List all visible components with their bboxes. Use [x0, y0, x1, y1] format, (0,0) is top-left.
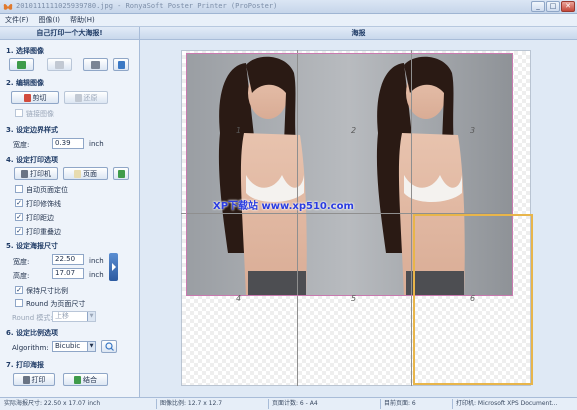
- print-icon: [22, 375, 30, 384]
- print-cutlines-label: 打印修饰线: [26, 200, 61, 208]
- status-image-ratio: 图像比例: 12.7 x 12.7: [160, 400, 223, 407]
- status-bar: 实际海报尺寸: 22.50 x 17.07 inch 图像比例: 12.7 x …: [0, 397, 577, 410]
- round-mode-label: Round 模式:: [12, 314, 53, 322]
- paste-image-icon: [55, 60, 64, 69]
- page-number-1: 1: [236, 126, 242, 135]
- page-icon: [74, 169, 81, 178]
- page-number-4: 4: [236, 294, 242, 303]
- menu-help[interactable]: 帮助(H): [70, 15, 95, 25]
- restore-button[interactable]: 还原: [64, 91, 108, 104]
- crop-button[interactable]: 剪切: [11, 91, 59, 104]
- poster-width-label: 宽度:: [13, 258, 30, 266]
- print-margin-label: 打印距边: [26, 214, 54, 222]
- status-current-page: 目前页面: 6: [384, 400, 416, 407]
- section-select-image: 1. 选择图像: [6, 47, 44, 55]
- copy-icon: [117, 60, 125, 69]
- poster-height-label: 高度:: [13, 272, 30, 280]
- print-overlap-label: 打印重叠边: [26, 228, 61, 236]
- print-overlap-checkbox[interactable]: ✓: [15, 227, 23, 235]
- page-setup-button[interactable]: 页面: [63, 167, 108, 180]
- poster-height-input[interactable]: 17.07: [52, 268, 84, 279]
- app-butterfly-icon: [3, 3, 13, 10]
- border-width-label: 宽度:: [13, 141, 30, 149]
- print-button[interactable]: 打印: [13, 373, 55, 386]
- open-image-button[interactable]: [9, 58, 34, 71]
- preview-icon: [117, 169, 125, 178]
- window-title: 2010111111025939780.jpg - RonyaSoft Post…: [16, 2, 278, 10]
- round-page-label: Round 为页面尺寸: [26, 300, 86, 308]
- combine-button[interactable]: 结合: [63, 373, 108, 386]
- expand-size-button[interactable]: [109, 253, 118, 281]
- algorithm-label: Algorithm:: [12, 344, 49, 352]
- round-mode-value: 上移: [55, 312, 69, 320]
- printer-icon: [21, 169, 28, 178]
- close-button[interactable]: ✕: [561, 1, 575, 12]
- print-label: 打印: [31, 375, 46, 384]
- crop-label: 剪切: [32, 93, 47, 102]
- print-cutlines-checkbox[interactable]: ✓: [15, 199, 23, 207]
- combine-label: 结合: [83, 375, 97, 384]
- section-border-style: 3. 设定边界样式: [6, 126, 58, 134]
- algorithm-select[interactable]: Bicubic ▼: [52, 341, 96, 352]
- combine-icon: [74, 375, 81, 384]
- section-edit-image: 2. 编辑图像: [6, 79, 44, 87]
- maximize-button[interactable]: □: [546, 1, 560, 12]
- page-number-2: 2: [351, 126, 357, 135]
- poster-preview-header: 海报: [140, 27, 577, 40]
- scan-button[interactable]: [83, 58, 108, 71]
- zoom-button[interactable]: [101, 340, 117, 353]
- printer-button[interactable]: 打印机: [14, 167, 58, 180]
- scissors-icon: [23, 93, 31, 102]
- poster-width-input[interactable]: 22.50: [52, 254, 84, 265]
- status-divider: [156, 399, 157, 409]
- link-image-label: 链接图像: [26, 110, 54, 118]
- settings-panel-header: 自己打印一个大海报!: [0, 27, 139, 40]
- section-poster-size: 5. 设定海报尺寸: [6, 242, 58, 250]
- menu-bar: 文件(F) 图像(I) 帮助(H): [0, 14, 577, 27]
- auto-page-checkbox[interactable]: [15, 185, 23, 193]
- status-divider: [380, 399, 381, 409]
- section-scale-options: 6. 设定比例选项: [6, 329, 58, 337]
- poster-height-unit: inch: [89, 271, 104, 279]
- menu-image[interactable]: 图像(I): [39, 15, 61, 25]
- menu-file[interactable]: 文件(F): [5, 15, 29, 25]
- copy-button[interactable]: [113, 58, 129, 71]
- border-width-input[interactable]: 0.39: [52, 138, 84, 149]
- round-page-checkbox[interactable]: [15, 299, 23, 307]
- status-page-count: 页面计数: 6 - A4: [272, 400, 318, 407]
- poster-width-unit: inch: [89, 257, 104, 265]
- status-divider: [268, 399, 269, 409]
- section-print-options: 4. 设定打印选项: [6, 156, 58, 164]
- link-image-checkbox[interactable]: [15, 109, 23, 117]
- chevron-down-icon: ▼: [87, 312, 95, 321]
- scan-icon: [91, 60, 100, 69]
- section-print-poster: 7. 打印海报: [6, 361, 44, 369]
- watermark-text: XP下载站 www.xp510.com: [213, 201, 354, 212]
- zoom-icon: [104, 342, 114, 351]
- algorithm-value: Bicubic: [55, 342, 81, 350]
- border-width-unit: inch: [89, 140, 104, 148]
- preview-button[interactable]: [113, 167, 129, 180]
- minimize-button[interactable]: _: [531, 1, 545, 12]
- printer-label: 打印机: [30, 169, 51, 178]
- chevron-right-icon: [112, 263, 116, 271]
- chevron-down-icon: ▼: [87, 342, 95, 351]
- page-number-6: 6: [470, 294, 476, 303]
- round-mode-select[interactable]: 上移 ▼: [52, 311, 96, 322]
- page-setup-label: 页面: [83, 169, 97, 178]
- page-number-3: 3: [470, 126, 476, 135]
- status-divider: [452, 399, 453, 409]
- status-printer: 打印机: Microsoft XPS Document...: [456, 400, 558, 407]
- print-margin-checkbox[interactable]: ✓: [15, 213, 23, 221]
- restore-label: 还原: [83, 93, 98, 102]
- undo-icon: [74, 93, 82, 102]
- paste-image-button[interactable]: [47, 58, 72, 71]
- keep-ratio-label: 保持尺寸比例: [26, 287, 68, 295]
- status-poster-size: 实际海报尺寸: 22.50 x 17.07 inch: [4, 400, 101, 407]
- open-image-icon: [17, 60, 26, 69]
- keep-ratio-checkbox[interactable]: ✓: [15, 286, 23, 294]
- title-bar: 2010111111025939780.jpg - RonyaSoft Post…: [0, 0, 577, 14]
- auto-page-label: 自动页面定位: [26, 186, 68, 194]
- page-number-5: 5: [351, 294, 357, 303]
